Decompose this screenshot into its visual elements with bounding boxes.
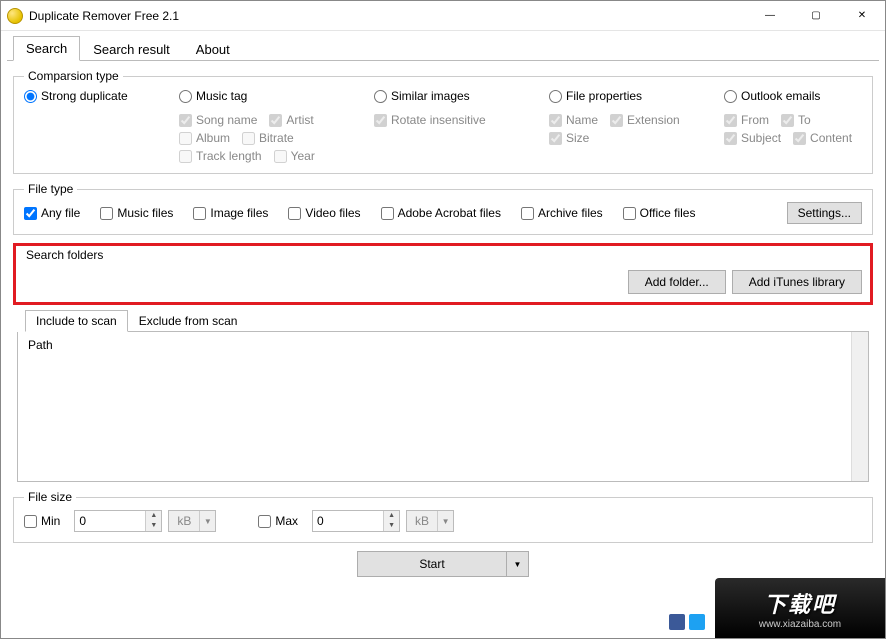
scan-tabs: Include to scan Exclude from scan — [25, 309, 869, 332]
check-music-files[interactable]: Music files — [100, 206, 173, 220]
tab-include-to-scan[interactable]: Include to scan — [25, 310, 128, 332]
check-image-files[interactable]: Image files — [193, 206, 268, 220]
app-icon — [7, 8, 23, 24]
check-name: Name — [549, 113, 598, 127]
chevron-up-icon[interactable]: ▲ — [146, 511, 161, 521]
comparison-legend: Comparsion type — [24, 69, 123, 83]
check-track-length: Track length — [179, 149, 262, 163]
path-list[interactable]: Path — [17, 332, 869, 482]
chevron-up-icon[interactable]: ▲ — [384, 511, 399, 521]
min-input[interactable] — [75, 511, 145, 531]
title-bar: Duplicate Remover Free 2.1 — ▢ ✕ — [1, 1, 885, 31]
close-button[interactable]: ✕ — [839, 1, 885, 31]
radio-file-properties[interactable]: File properties — [549, 89, 716, 103]
search-folders-legend: Search folders — [24, 248, 105, 262]
check-artist: Artist — [269, 113, 313, 127]
maximize-button[interactable]: ▢ — [793, 1, 839, 31]
check-rotate-insensitive: Rotate insensitive — [374, 113, 541, 127]
max-input[interactable] — [313, 511, 383, 531]
min-unit-combo[interactable]: kB▼ — [168, 510, 216, 532]
search-folders-group: Search folders Add folder... Add iTunes … — [13, 243, 873, 305]
file-size-legend: File size — [24, 490, 76, 504]
facebook-icon[interactable] — [669, 614, 685, 630]
file-type-legend: File type — [24, 182, 77, 196]
start-button[interactable]: Start — [357, 551, 507, 577]
minimize-button[interactable]: — — [747, 1, 793, 31]
check-extension: Extension — [610, 113, 680, 127]
radio-similar-images[interactable]: Similar images — [374, 89, 541, 103]
comparison-type-group: Comparsion type Strong duplicate Music t… — [13, 69, 873, 174]
max-spinbox[interactable]: ▲▼ — [312, 510, 400, 532]
add-folder-button[interactable]: Add folder... — [628, 270, 726, 294]
check-size: Size — [549, 131, 589, 145]
start-dropdown[interactable]: ▼ — [507, 551, 529, 577]
radio-music-tag[interactable]: Music tag — [179, 89, 366, 103]
check-min[interactable]: Min — [24, 514, 60, 528]
tab-about[interactable]: About — [183, 37, 243, 61]
check-video-files[interactable]: Video files — [288, 206, 360, 220]
chevron-down-icon[interactable]: ▼ — [146, 521, 161, 531]
main-tabs: Search Search result About — [7, 35, 879, 61]
chevron-down-icon[interactable]: ▼ — [437, 511, 453, 531]
window-title: Duplicate Remover Free 2.1 — [29, 9, 747, 23]
file-type-group: File type Any file Music files Image fil… — [13, 182, 873, 235]
radio-strong-duplicate[interactable]: Strong duplicate — [24, 89, 171, 103]
add-itunes-button[interactable]: Add iTunes library — [732, 270, 862, 294]
check-max[interactable]: Max — [258, 514, 298, 528]
check-bitrate: Bitrate — [242, 131, 294, 145]
check-subject: Subject — [724, 131, 781, 145]
twitter-icon[interactable] — [689, 614, 705, 630]
path-column-header: Path — [28, 338, 53, 352]
chevron-down-icon[interactable]: ▼ — [384, 521, 399, 531]
max-unit-combo[interactable]: kB▼ — [406, 510, 454, 532]
check-acrobat-files[interactable]: Adobe Acrobat files — [381, 206, 501, 220]
check-archive-files[interactable]: Archive files — [521, 206, 603, 220]
filetype-settings-button[interactable]: Settings... — [787, 202, 862, 224]
check-any-file[interactable]: Any file — [24, 206, 80, 220]
radio-outlook-emails[interactable]: Outlook emails — [724, 89, 854, 103]
tab-exclude-from-scan[interactable]: Exclude from scan — [128, 310, 249, 332]
check-office-files[interactable]: Office files — [623, 206, 696, 220]
check-year: Year — [274, 149, 315, 163]
tab-search-result[interactable]: Search result — [80, 37, 183, 61]
scrollbar[interactable] — [851, 332, 868, 481]
tab-search[interactable]: Search — [13, 36, 80, 61]
check-content: Content — [793, 131, 852, 145]
check-from: From — [724, 113, 769, 127]
min-spinbox[interactable]: ▲▼ — [74, 510, 162, 532]
watermark: 下载吧 www.xiazaiba.com — [715, 578, 885, 638]
check-album: Album — [179, 131, 230, 145]
chevron-down-icon[interactable]: ▼ — [199, 511, 215, 531]
check-song-name: Song name — [179, 113, 257, 127]
check-to: To — [781, 113, 811, 127]
file-size-group: File size Min ▲▼ kB▼ Max ▲▼ kB▼ — [13, 490, 873, 543]
